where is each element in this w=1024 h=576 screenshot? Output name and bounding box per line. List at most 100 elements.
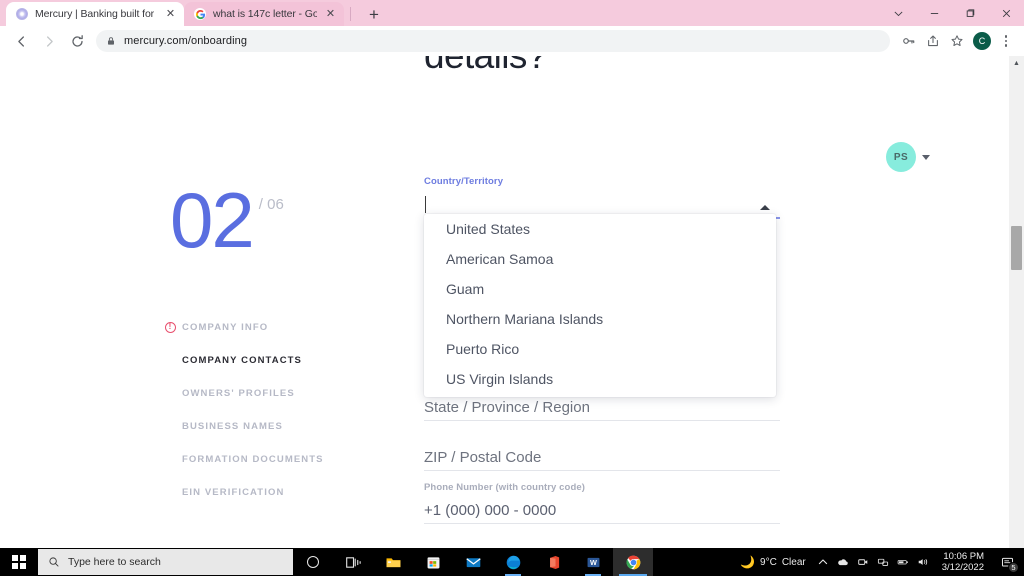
- chrome-profile-avatar[interactable]: C: [973, 32, 991, 50]
- weather-temperature: 9°C: [760, 556, 777, 568]
- phone-field[interactable]: Phone Number (with country code) +1 (000…: [424, 482, 780, 524]
- sidebar-item-formation-documents[interactable]: FORMATION DOCUMENTS: [182, 451, 392, 467]
- sidebar-item-ein-verification[interactable]: EIN VERIFICATION: [182, 484, 392, 500]
- chrome-icon[interactable]: [613, 548, 653, 576]
- close-icon[interactable]: [988, 0, 1024, 26]
- onedrive-icon[interactable]: [835, 548, 852, 576]
- avatar: PS: [886, 142, 916, 172]
- sidebar-item-owners-profiles[interactable]: OWNERS' PROFILES: [182, 385, 392, 401]
- system-tray: 🌙 9°C Clear 10:06 PM 3/12/2022 5: [734, 548, 1024, 576]
- country-dropdown-list[interactable]: United States American Samoa Guam Northe…: [424, 214, 776, 397]
- network-icon[interactable]: [875, 548, 892, 576]
- weather-condition: Clear: [781, 556, 806, 568]
- sidebar-item-label: COMPANY CONTACTS: [182, 354, 302, 366]
- cortana-icon[interactable]: [293, 548, 333, 576]
- minimize-icon[interactable]: [916, 0, 952, 26]
- state-field[interactable]: State / Province / Region: [424, 394, 780, 421]
- text-cursor: [425, 195, 426, 213]
- new-tab-button[interactable]: +: [361, 2, 387, 26]
- phone-label: Phone Number (with country code): [424, 482, 586, 493]
- browser-toolbar: mercury.com/onboarding C: [0, 26, 1024, 56]
- phone-input[interactable]: +1 (000) 000 - 0000: [424, 497, 780, 523]
- dropdown-option[interactable]: American Samoa: [424, 244, 776, 274]
- scrollbar-thumb[interactable]: [1011, 226, 1022, 270]
- browser-window: Mercury | Banking built for startu ✕ wha…: [0, 0, 1024, 548]
- country-field[interactable]: Country/Territory: [424, 176, 780, 219]
- dropdown-option[interactable]: Northern Mariana Islands: [424, 304, 776, 334]
- browser-tab-google-search[interactable]: what is 147c letter - Google Sear ✕: [184, 2, 344, 26]
- moon-icon: 🌙: [740, 555, 756, 569]
- onboarding-nav: ! COMPANY INFO COMPANY CONTACTS OWNERS' …: [165, 319, 392, 517]
- mercury-icon: [16, 8, 28, 20]
- maximize-icon[interactable]: [952, 0, 988, 26]
- browser-tab-mercury[interactable]: Mercury | Banking built for startu ✕: [6, 2, 184, 26]
- volume-icon[interactable]: [915, 548, 932, 576]
- taskbar-apps: W: [333, 548, 653, 576]
- close-icon[interactable]: ✕: [164, 8, 177, 21]
- dropdown-option[interactable]: Guam: [424, 274, 776, 304]
- dropdown-option[interactable]: Puerto Rico: [424, 334, 776, 364]
- window-controls: [880, 0, 1024, 26]
- battery-icon[interactable]: [895, 548, 912, 576]
- sidebar-item-company-info[interactable]: ! COMPANY INFO: [165, 319, 392, 335]
- windows-start-icon[interactable]: [0, 548, 38, 576]
- state-input[interactable]: State / Province / Region: [424, 394, 780, 420]
- alert-circle-icon: !: [165, 321, 176, 333]
- word-icon[interactable]: W: [573, 548, 613, 576]
- office-icon[interactable]: [533, 548, 573, 576]
- close-icon[interactable]: ✕: [324, 8, 337, 21]
- sidebar-item-label: FORMATION DOCUMENTS: [182, 453, 324, 465]
- svg-text:W: W: [590, 558, 597, 567]
- file-explorer-icon[interactable]: [373, 548, 413, 576]
- google-icon: [194, 8, 206, 20]
- clock-time: 10:06 PM: [943, 550, 984, 562]
- country-label: Country/Territory: [424, 176, 504, 187]
- edge-icon[interactable]: [493, 548, 533, 576]
- sidebar-item-business-names[interactable]: BUSINESS NAMES: [182, 418, 392, 434]
- zip-field[interactable]: ZIP / Postal Code: [424, 444, 780, 471]
- notifications-icon[interactable]: 5: [994, 548, 1020, 576]
- tab-strip: Mercury | Banking built for startu ✕ wha…: [0, 0, 1024, 26]
- key-icon[interactable]: [898, 30, 920, 52]
- step-current: 02: [170, 176, 255, 264]
- reload-icon[interactable]: [64, 28, 90, 54]
- notification-count: 5: [1008, 562, 1019, 573]
- field-underline: [424, 470, 780, 471]
- lock-icon: [106, 36, 116, 46]
- dropdown-option[interactable]: US Virgin Islands: [424, 364, 776, 394]
- scroll-up-arrow-icon[interactable]: ▲: [1009, 56, 1024, 70]
- windows-taskbar: Type here to search W 🌙 9°C Clear 10:06 …: [0, 548, 1024, 576]
- page-viewport: details? 02 / 06 ! COMPANY INFO COMPANY …: [0, 56, 1024, 548]
- sidebar-item-label: EIN VERIFICATION: [182, 486, 285, 498]
- zip-input[interactable]: ZIP / Postal Code: [424, 444, 780, 470]
- step-total: / 06: [258, 196, 284, 213]
- sidebar-item-label: BUSINESS NAMES: [182, 420, 283, 432]
- meet-now-icon[interactable]: [855, 548, 872, 576]
- page-title: details?: [424, 56, 844, 78]
- taskbar-search-input[interactable]: Type here to search: [38, 549, 293, 575]
- sidebar-item-company-contacts[interactable]: COMPANY CONTACTS: [182, 352, 392, 368]
- taskbar-clock[interactable]: 10:06 PM 3/12/2022: [935, 551, 991, 574]
- caret-up-icon[interactable]: [760, 205, 770, 210]
- back-arrow-icon[interactable]: [8, 28, 34, 54]
- field-underline: [424, 420, 780, 421]
- address-bar[interactable]: mercury.com/onboarding: [96, 30, 890, 52]
- field-underline: [424, 523, 780, 524]
- tab-title: Mercury | Banking built for startu: [35, 8, 157, 20]
- chevron-down-icon[interactable]: [880, 0, 916, 26]
- bookmark-star-icon[interactable]: [946, 30, 968, 52]
- chevron-down-icon[interactable]: [922, 154, 930, 160]
- weather-widget[interactable]: 🌙 9°C Clear: [734, 555, 812, 569]
- show-hidden-icons-chevron[interactable]: [815, 548, 832, 576]
- mail-icon[interactable]: [453, 548, 493, 576]
- user-avatar-menu[interactable]: PS: [886, 142, 930, 172]
- forward-arrow-icon: [36, 28, 62, 54]
- share-icon[interactable]: [922, 30, 944, 52]
- dropdown-option[interactable]: United States: [424, 214, 776, 244]
- task-view-icon[interactable]: [333, 548, 373, 576]
- phone-placeholder: +1 (000) 000 - 0000: [424, 501, 557, 519]
- clock-date: 3/12/2022: [941, 562, 984, 573]
- microsoft-store-icon[interactable]: [413, 548, 453, 576]
- kebab-menu-icon[interactable]: [996, 35, 1016, 47]
- page-scrollbar[interactable]: ▲: [1009, 56, 1024, 548]
